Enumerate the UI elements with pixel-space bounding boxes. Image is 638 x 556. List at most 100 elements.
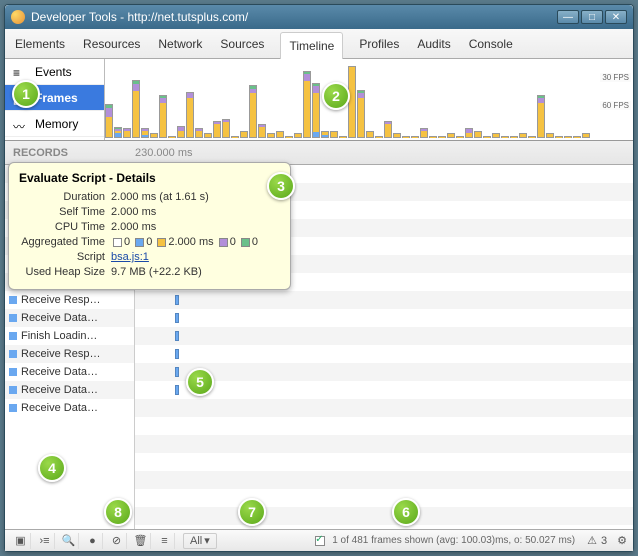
frame-bar[interactable] — [114, 127, 122, 138]
annotation-badge-2: 2 — [322, 82, 350, 110]
record-row[interactable]: Receive Resp… — [5, 345, 134, 363]
frame-bar[interactable] — [510, 136, 518, 138]
dock-button[interactable]: ▣ — [11, 533, 31, 549]
script-link[interactable]: bsa.js:1 — [111, 251, 149, 263]
record-button[interactable]: ● — [83, 533, 103, 549]
maximize-button[interactable]: □ — [581, 10, 603, 24]
frame-bar[interactable] — [555, 136, 563, 138]
frame-bar[interactable] — [429, 136, 437, 138]
settings-icon[interactable]: ⚙ — [617, 534, 627, 547]
frame-bar[interactable] — [213, 121, 221, 138]
frame-bar[interactable] — [231, 136, 239, 138]
tab-elements[interactable]: Elements — [13, 31, 67, 57]
frame-bar[interactable] — [204, 133, 212, 138]
frame-bar[interactable] — [186, 92, 194, 138]
frame-bar[interactable] — [159, 95, 167, 138]
timeline-event[interactable] — [175, 295, 179, 305]
frame-bar[interactable] — [267, 133, 275, 138]
frame-bar[interactable] — [573, 136, 581, 138]
frame-bar[interactable] — [240, 131, 248, 138]
frame-bar[interactable] — [465, 128, 473, 138]
timeline-event[interactable] — [175, 331, 179, 341]
annotation-badge-1: 1 — [12, 80, 40, 108]
frame-bar[interactable] — [303, 71, 311, 138]
frame-bar[interactable] — [519, 133, 527, 138]
frame-bar[interactable] — [258, 124, 266, 138]
tab-console[interactable]: Console — [467, 31, 515, 57]
frame-bar[interactable] — [339, 136, 347, 138]
frame-bar[interactable] — [411, 136, 419, 138]
tab-profiles[interactable]: Profiles — [357, 31, 401, 57]
frame-bar[interactable] — [348, 66, 356, 138]
console-toggle-button[interactable]: ›≡ — [35, 533, 55, 549]
frame-bar[interactable] — [357, 90, 365, 138]
frame-bar[interactable] — [276, 131, 284, 138]
frame-bar[interactable] — [456, 136, 464, 138]
frame-bar[interactable] — [393, 133, 401, 138]
frame-bar[interactable] — [141, 128, 149, 138]
tab-resources[interactable]: Resources — [81, 31, 142, 57]
frames-chart[interactable]: 30 FPS 60 FPS — [105, 59, 633, 140]
frame-bar[interactable] — [330, 131, 338, 138]
frame-bar[interactable] — [195, 128, 203, 138]
frame-bar[interactable] — [384, 121, 392, 138]
frame-bar[interactable] — [564, 136, 572, 138]
memory-icon: 〰 — [13, 118, 29, 130]
clear-button[interactable]: ⊘ — [107, 533, 127, 549]
timeline-event[interactable] — [175, 349, 179, 359]
warn-icon[interactable]: ⚠ — [587, 534, 597, 547]
minimize-button[interactable]: — — [557, 10, 579, 24]
frame-bar[interactable] — [123, 128, 131, 138]
frame-bar[interactable] — [474, 131, 482, 138]
frame-bar[interactable] — [222, 119, 230, 138]
tab-network[interactable]: Network — [156, 31, 204, 57]
frame-bar[interactable] — [420, 128, 428, 138]
frame-bar[interactable] — [168, 136, 176, 138]
fps-60-label: 60 FPS — [600, 101, 631, 110]
record-row[interactable]: Receive Resp… — [5, 291, 134, 309]
tab-timeline[interactable]: Timeline — [280, 32, 343, 60]
frame-bar[interactable] — [294, 133, 302, 138]
frame-bar[interactable] — [501, 136, 509, 138]
filter-glue-button[interactable]: ≡ — [155, 533, 175, 549]
annotation-badge-3: 3 — [267, 172, 295, 200]
frame-bar[interactable] — [483, 136, 491, 138]
frame-bar[interactable] — [528, 136, 536, 138]
frame-bar[interactable] — [438, 136, 446, 138]
checkbox-frames[interactable] — [315, 536, 325, 546]
search-button[interactable]: 🔍 — [59, 533, 79, 549]
frame-bar[interactable] — [285, 136, 293, 138]
frame-bar[interactable] — [366, 131, 374, 138]
frame-bar[interactable] — [150, 133, 158, 138]
titlebar[interactable]: Developer Tools - http://net.tutsplus.co… — [5, 5, 633, 29]
close-button[interactable]: ✕ — [605, 10, 627, 24]
timeline-event[interactable] — [175, 367, 179, 377]
tab-sources[interactable]: Sources — [218, 31, 266, 57]
timeline-event[interactable] — [175, 385, 179, 395]
annotation-badge-6: 6 — [392, 498, 420, 526]
gc-button[interactable]: 🗑 — [131, 533, 151, 549]
view-memory[interactable]: 〰Memory — [5, 111, 104, 137]
frame-bar[interactable] — [447, 133, 455, 138]
frame-bar[interactable] — [537, 95, 545, 138]
record-row[interactable]: Receive Data… — [5, 363, 134, 381]
frame-bar[interactable] — [582, 133, 590, 138]
frame-bar[interactable] — [321, 131, 329, 138]
warn-count: 3 — [601, 535, 607, 547]
filter-dropdown[interactable]: All ▾ — [183, 533, 217, 549]
frame-bar[interactable] — [249, 85, 257, 138]
frame-bar[interactable] — [105, 104, 113, 138]
record-row[interactable]: Finish Loadin… — [5, 327, 134, 345]
frame-bar[interactable] — [312, 83, 320, 138]
tab-audits[interactable]: Audits — [415, 31, 452, 57]
frame-bar[interactable] — [492, 133, 500, 138]
record-row[interactable]: Receive Data… — [5, 381, 134, 399]
frame-bar[interactable] — [132, 80, 140, 138]
timeline-event[interactable] — [175, 313, 179, 323]
frame-bar[interactable] — [402, 136, 410, 138]
frame-bar[interactable] — [375, 136, 383, 138]
frame-bar[interactable] — [546, 133, 554, 138]
record-row[interactable]: Receive Data… — [5, 399, 134, 417]
frame-bar[interactable] — [177, 126, 185, 138]
record-row[interactable]: Receive Data… — [5, 309, 134, 327]
